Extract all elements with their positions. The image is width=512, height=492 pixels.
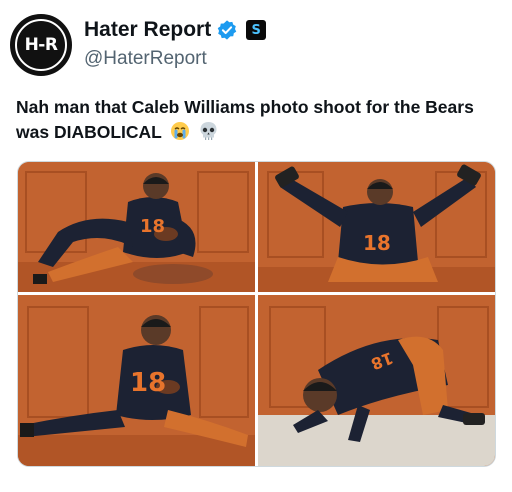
crying-face-icon: [171, 122, 190, 140]
display-name[interactable]: Hater Report: [84, 18, 211, 42]
jersey-number: 18: [363, 231, 391, 255]
photo-3[interactable]: 18: [18, 295, 255, 466]
photo-4[interactable]: 18: [258, 295, 495, 466]
jersey-number: 18: [140, 216, 165, 237]
tweet-text: Nah man that Caleb Williams photo shoot …: [16, 95, 502, 145]
media-grid: 18 18 18 18: [17, 161, 496, 467]
jersey-number: 18: [130, 368, 166, 398]
photo-1[interactable]: 18: [18, 162, 255, 292]
user-handle[interactable]: @HaterReport: [84, 48, 266, 70]
avatar-logo-text: H-R: [24, 35, 58, 55]
author-info: Hater Report S @HaterReport: [84, 16, 267, 70]
tweet-header: H-R Hater Report S @HaterReport: [10, 14, 502, 78]
skull-icon: [200, 122, 217, 140]
affiliate-badge-icon[interactable]: S: [246, 20, 267, 40]
avatar[interactable]: H-R: [10, 14, 72, 76]
photo-2[interactable]: 18: [258, 162, 495, 292]
tweet-body: Nah man that Caleb Williams photo shoot …: [16, 97, 474, 142]
verified-badge-icon: [217, 20, 237, 40]
